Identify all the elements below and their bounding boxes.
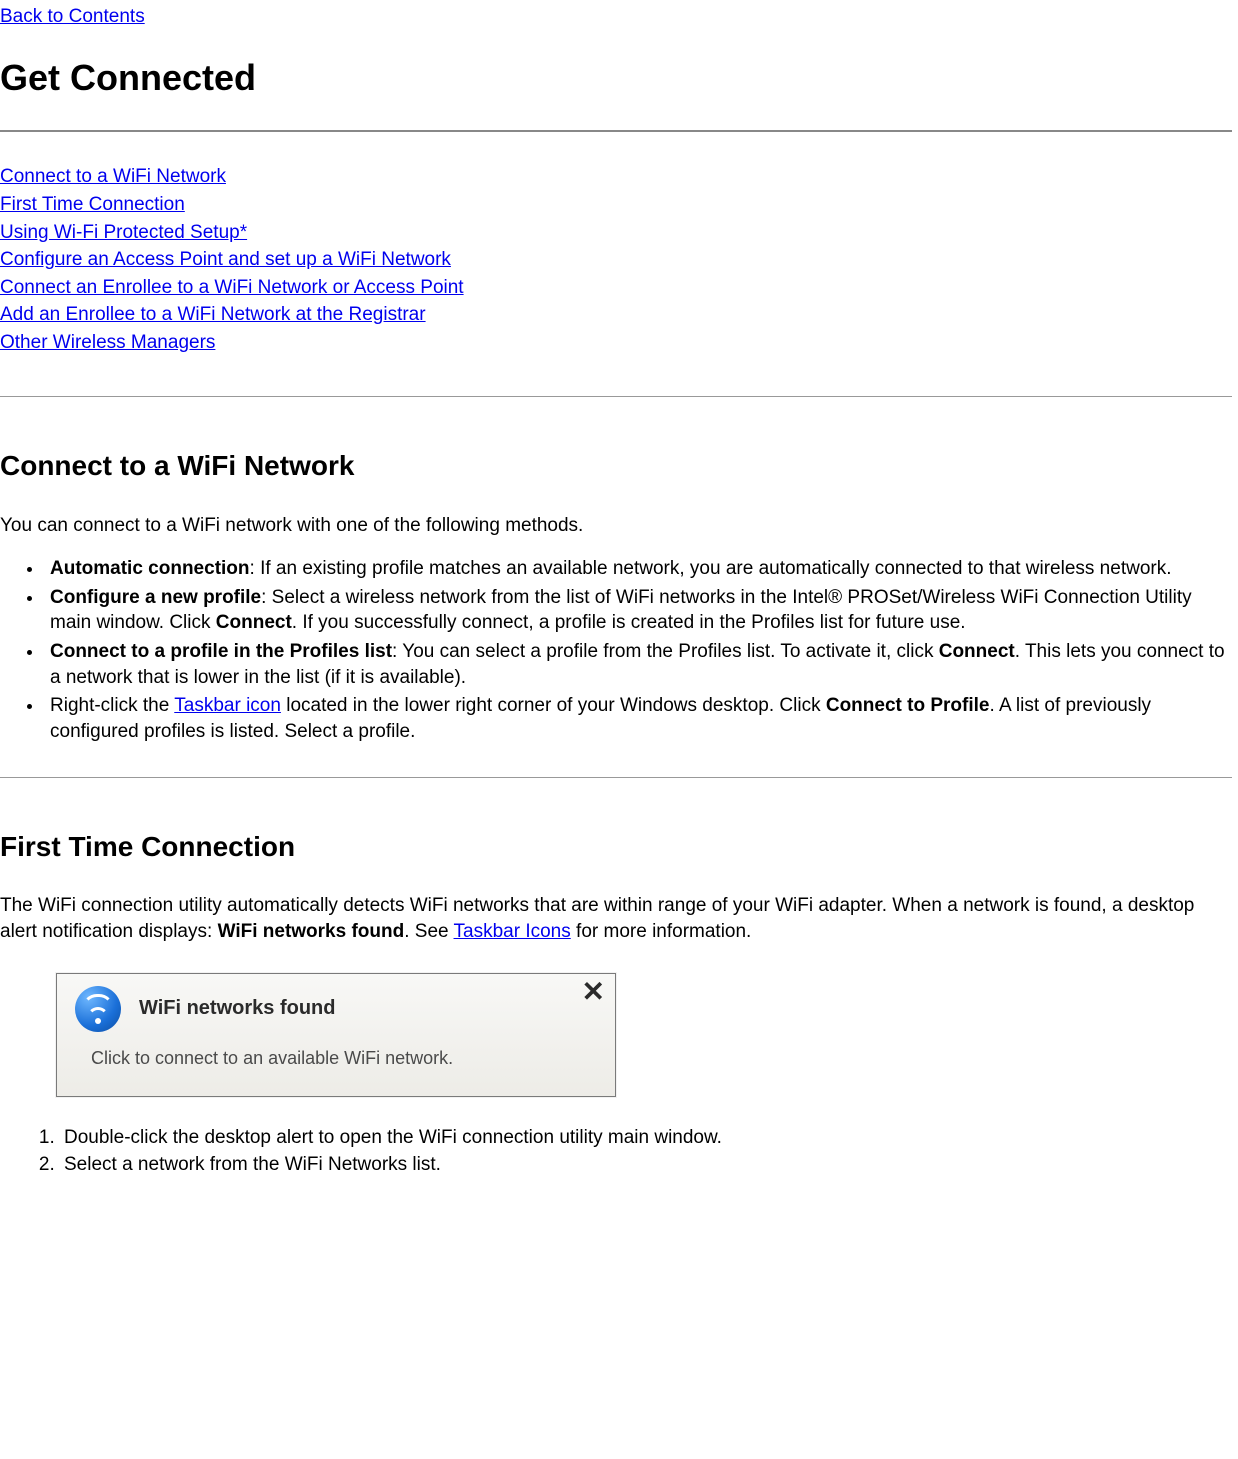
method-text: Right-click the	[50, 695, 174, 716]
method-name: Automatic connection	[50, 558, 250, 579]
toc-link[interactable]: Using Wi-Fi Protected Setup*	[0, 222, 247, 243]
page-title: Get Connected	[0, 54, 1232, 103]
toc-link[interactable]: Other Wireless Managers	[0, 332, 215, 353]
steps-list: Double-click the desktop alert to open t…	[0, 1125, 1232, 1177]
notification-title: WiFi networks found	[139, 995, 335, 1022]
list-item: Connect to a profile in the Profiles lis…	[44, 639, 1232, 690]
method-text: . If you successfully connect, a profile…	[292, 612, 966, 633]
method-text: located in the lower right corner of you…	[281, 695, 826, 716]
list-item: Right-click the Taskbar icon located in …	[44, 693, 1232, 744]
toc-link[interactable]: Connect to a WiFi Network	[0, 166, 226, 187]
toc-link[interactable]: First Time Connection	[0, 194, 185, 215]
divider	[0, 130, 1232, 132]
list-item: Configure a new profile: Select a wirele…	[44, 585, 1232, 636]
close-icon[interactable]: ✕	[582, 978, 605, 1006]
list-item: Select a network from the WiFi Networks …	[60, 1152, 1232, 1178]
section1-intro: You can connect to a WiFi network with o…	[0, 513, 1232, 539]
section-heading-connect: Connect to a WiFi Network	[0, 447, 1232, 485]
taskbar-icons-link[interactable]: Taskbar Icons	[454, 921, 571, 942]
divider	[0, 777, 1232, 778]
toc-link[interactable]: Add an Enrollee to a WiFi Network at the…	[0, 304, 426, 325]
list-item: Automatic connection: If an existing pro…	[44, 556, 1232, 582]
wifi-found-notification[interactable]: ✕ WiFi networks found Click to connect t…	[56, 973, 616, 1097]
paragraph-text: . See	[404, 921, 453, 942]
section-heading-first-time: First Time Connection	[0, 828, 1232, 866]
list-item: Double-click the desktop alert to open t…	[60, 1125, 1232, 1151]
inline-bold: Connect	[939, 641, 1015, 662]
methods-list: Automatic connection: If an existing pro…	[0, 556, 1232, 744]
method-name: Configure a new profile	[50, 587, 261, 608]
method-name: Connect to a profile in the Profiles lis…	[50, 641, 392, 662]
back-to-contents-link[interactable]: Back to Contents	[0, 6, 145, 27]
method-text: : If an existing profile matches an avai…	[250, 558, 1172, 579]
inline-bold: Connect to Profile	[826, 695, 990, 716]
divider	[0, 396, 1232, 397]
inline-bold: WiFi networks found	[218, 921, 405, 942]
inline-bold: Connect	[216, 612, 292, 633]
toc-link[interactable]: Connect an Enrollee to a WiFi Network or…	[0, 277, 464, 298]
wifi-icon	[75, 986, 121, 1032]
toc-link[interactable]: Configure an Access Point and set up a W…	[0, 249, 451, 270]
section2-paragraph: The WiFi connection utility automaticall…	[0, 893, 1232, 944]
paragraph-text: for more information.	[571, 921, 752, 942]
notification-subtext: Click to connect to an available WiFi ne…	[91, 1046, 597, 1070]
taskbar-icon-link[interactable]: Taskbar icon	[174, 695, 281, 716]
method-text: : You can select a profile from the Prof…	[392, 641, 939, 662]
